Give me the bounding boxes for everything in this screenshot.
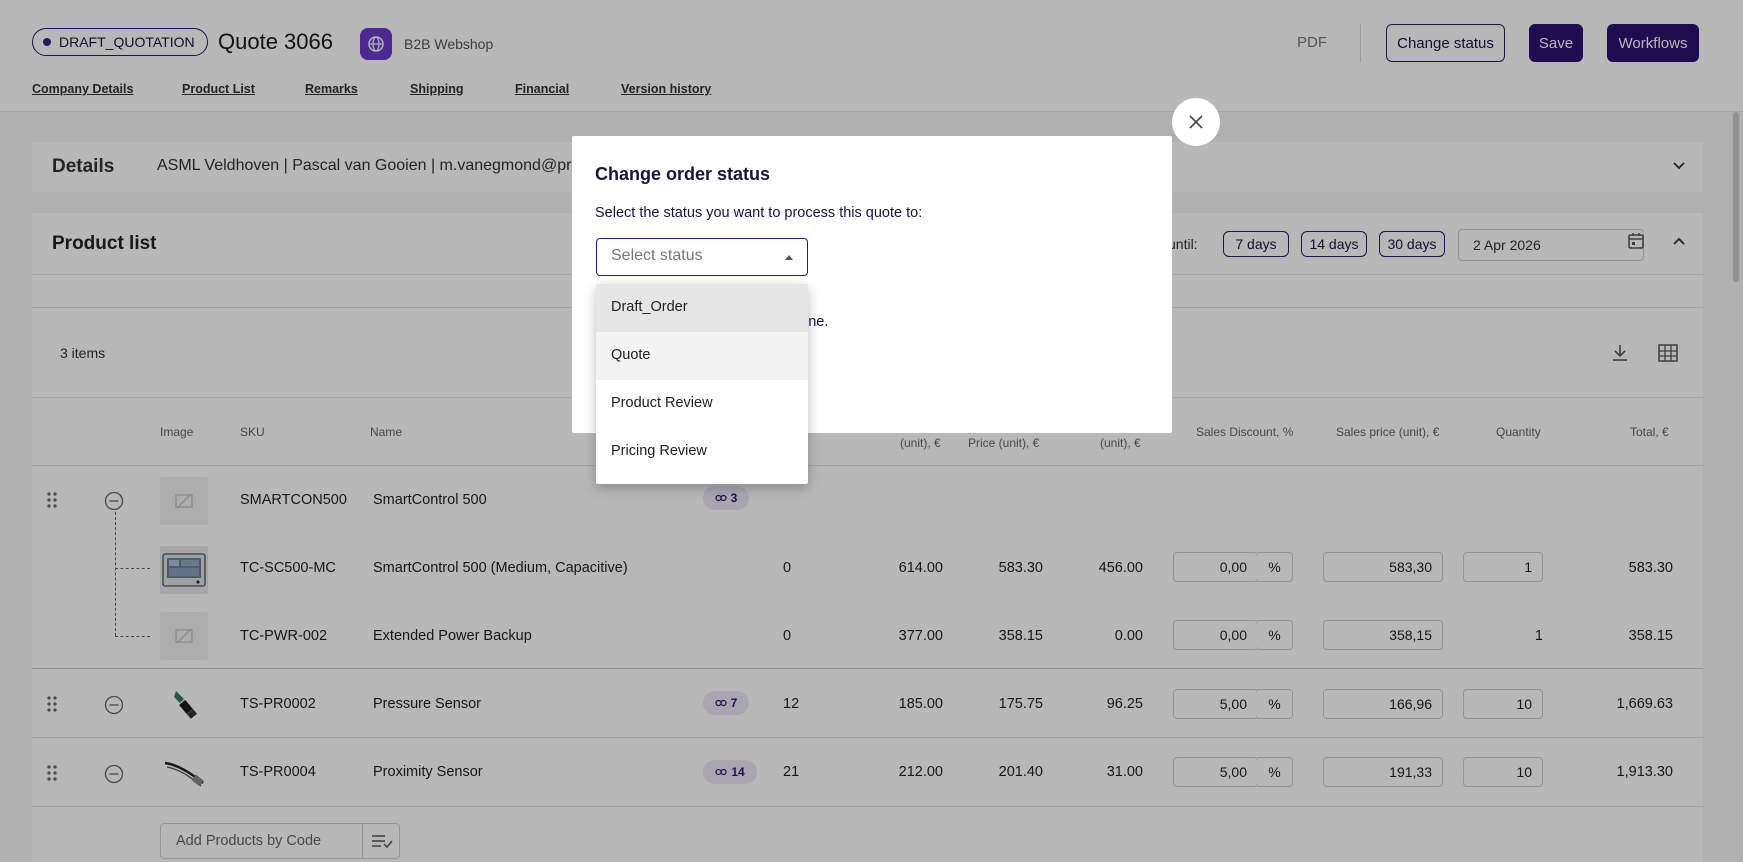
- dialog-title: Change order status: [595, 164, 771, 184]
- close-button[interactable]: [1172, 98, 1220, 146]
- scrollbar[interactable]: [1733, 112, 1739, 282]
- dialog-subtitle: Select the status you want to process th…: [595, 205, 923, 221]
- status-select-placeholder: Select status: [611, 247, 703, 264]
- status-option-pricing-review[interactable]: Pricing Review: [596, 428, 808, 476]
- status-select[interactable]: Select status: [596, 238, 808, 276]
- status-option-product-review[interactable]: Product Review: [596, 380, 808, 428]
- caret-up-icon: [785, 255, 793, 260]
- status-option-quote[interactable]: Quote: [596, 332, 808, 380]
- status-dropdown-menu: Draft_Order Quote Product Review Pricing…: [596, 284, 808, 484]
- close-icon: [1189, 115, 1203, 129]
- status-option-draft-order[interactable]: Draft_Order: [596, 284, 808, 332]
